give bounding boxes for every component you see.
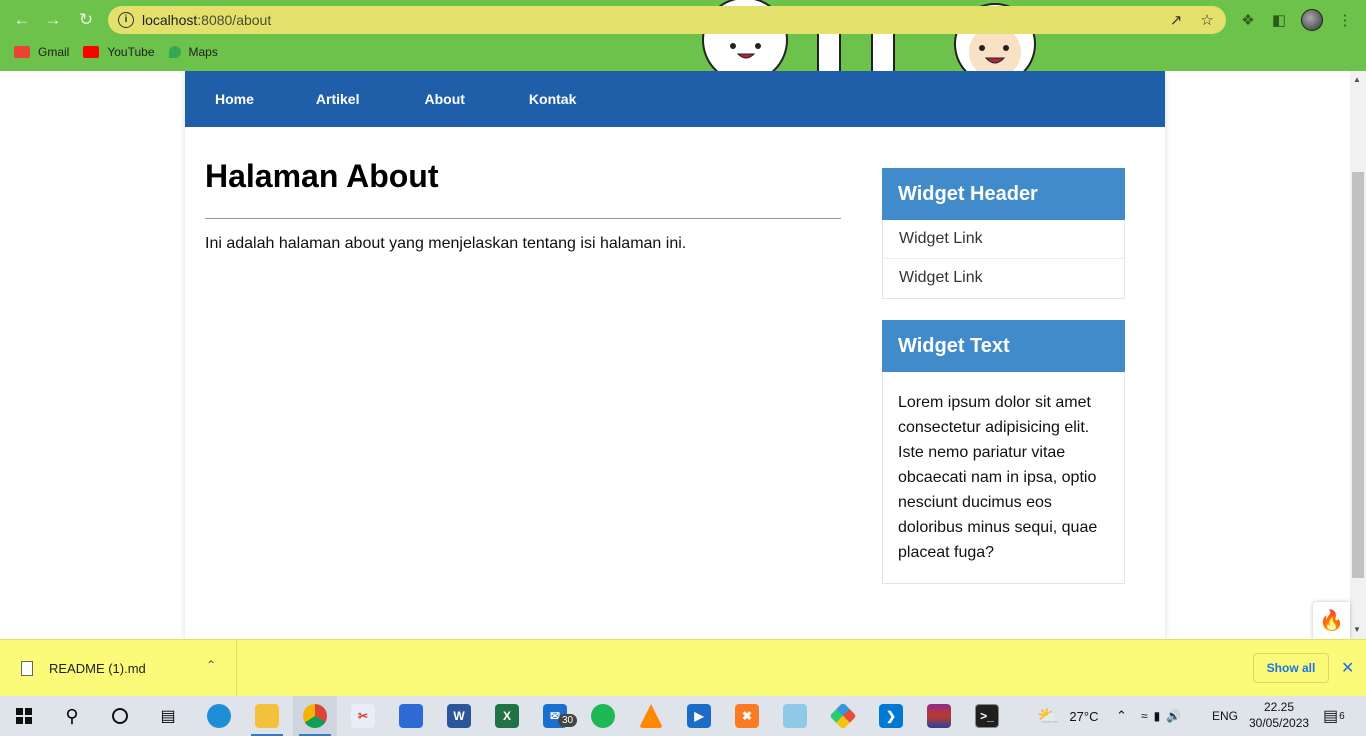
profile-avatar[interactable] [1301, 9, 1323, 31]
show-all-button[interactable]: Show all [1253, 653, 1329, 683]
scroll-down-icon[interactable]: ▼ [1353, 625, 1361, 634]
vlc-icon[interactable] [629, 696, 673, 736]
mail-badge: 30 [558, 714, 578, 727]
widget-link-2[interactable]: Widget Link [883, 259, 1124, 298]
widget-header-title: Widget Header [882, 168, 1125, 220]
main-content: Halaman About Ini adalah halaman about y… [205, 157, 841, 253]
gmail-icon [14, 46, 30, 58]
widget-text: Widget Text Lorem ipsum dolor sit amet c… [882, 320, 1125, 584]
codeigniter-toolbar-icon[interactable]: 🔥 [1313, 602, 1350, 639]
start-button[interactable] [2, 696, 46, 736]
system-tray-icons[interactable]: ≈ ▮ 🔊 [1141, 696, 1187, 736]
side-panel-icon[interactable]: ◧ [1268, 9, 1290, 31]
close-icon[interactable]: ✕ [1341, 658, 1354, 678]
back-button[interactable]: ← [11, 9, 33, 31]
battery-icon[interactable]: ▮ [1154, 709, 1167, 723]
clock-date: 30/05/2023 [1249, 716, 1310, 730]
mail-icon[interactable]: ✉ 30 [533, 696, 578, 736]
bookmark-star-icon[interactable]: ☆ [1197, 10, 1217, 30]
winrar-icon[interactable] [917, 696, 961, 736]
file-icon [21, 661, 33, 676]
wifi-icon[interactable]: ≈ [1141, 709, 1154, 723]
address-bar[interactable]: i localhost:8080/about ↗ ☆ [108, 6, 1226, 34]
bookmark-label: Maps [188, 45, 218, 59]
forward-button[interactable]: → [42, 9, 64, 31]
nav-about[interactable]: About [424, 71, 464, 127]
clock[interactable]: 22.25 30/05/2023 [1249, 699, 1309, 731]
page-viewport: Home Artikel About Kontak Halaman About … [0, 71, 1350, 639]
download-shelf: README (1).md ⌃ Show all ✕ [0, 639, 1366, 697]
snipping-tool-icon[interactable]: ✂ [341, 696, 385, 736]
download-file-name[interactable]: README (1).md [49, 661, 146, 676]
widget-header: Widget Header Widget Link Widget Link [882, 168, 1125, 299]
notification-center-icon: ▤ [1323, 708, 1339, 725]
site-info-icon[interactable]: i [118, 12, 134, 28]
reload-button[interactable]: ↻ [75, 9, 97, 31]
file-explorer-icon[interactable] [245, 696, 289, 736]
title-divider [205, 218, 841, 219]
windows-logo-icon [16, 708, 32, 724]
scroll-up-icon[interactable]: ▲ [1353, 75, 1361, 84]
volume-icon[interactable]: 🔊 [1166, 709, 1187, 723]
video-editor-icon[interactable]: ▶ [677, 696, 721, 736]
spotify-icon[interactable] [581, 696, 625, 736]
bookmark-label: YouTube [107, 45, 155, 59]
widget-link-1[interactable]: Widget Link [883, 220, 1124, 259]
widget-text-title: Widget Text [882, 320, 1125, 372]
bookmark-gmail[interactable]: Gmail [14, 45, 69, 59]
main-nav: Home Artikel About Kontak [185, 71, 1165, 127]
bookmark-label: Gmail [38, 45, 70, 59]
bookmark-youtube[interactable]: YouTube [83, 45, 155, 59]
notification-count: 6 [1339, 710, 1345, 722]
weather-icon: ⛅ [1037, 705, 1060, 726]
scrollbar-thumb[interactable] [1352, 172, 1364, 578]
page-body: Ini adalah halaman about yang menjelaska… [205, 235, 687, 252]
nav-artikel[interactable]: Artikel [316, 71, 360, 127]
search-icon[interactable]: ⚲ [50, 696, 94, 736]
notifications-icon[interactable]: ▤ 6 [1323, 696, 1345, 736]
page-title: Halaman About [205, 158, 439, 194]
url-host: localhost [142, 12, 198, 28]
url-path: :8080/about [197, 12, 272, 28]
page-scrollbar[interactable]: ▲ ▼ [1350, 71, 1366, 639]
git-icon[interactable] [821, 696, 865, 736]
xampp-icon[interactable]: ✖ [725, 696, 769, 736]
chevron-up-icon[interactable]: ⌃ [206, 658, 216, 672]
nav-kontak[interactable]: Kontak [529, 71, 576, 127]
windows-taskbar: ⚲ ▤ ✂ W X ✉ 30 ▶ ✖ ❯ >_ ⛅ 27°C ⌃ ≈ ▮ 🔊 ENG … [0, 696, 1366, 736]
language-indicator[interactable]: ENG [1212, 696, 1238, 736]
vscode-icon[interactable]: ❯ [869, 696, 913, 736]
url-text[interactable]: localhost:8080/about [142, 12, 271, 28]
menu-kebab-icon[interactable]: ⋮ [1334, 9, 1356, 31]
chevron-up-icon[interactable]: ⌃ [1116, 708, 1127, 724]
widget-text-body: Lorem ipsum dolor sit amet consectetur a… [898, 394, 1098, 561]
bookmark-maps[interactable]: Maps [168, 45, 218, 59]
browser-chrome: ← → ↻ i localhost:8080/about ↗ ☆ ❖ ◧ ⋮ G… [0, 0, 1366, 71]
task-view-icon[interactable]: ▤ [146, 696, 190, 736]
cortana-icon[interactable] [98, 696, 142, 736]
share-icon[interactable]: ↗ [1166, 10, 1186, 30]
youtube-icon [83, 46, 100, 58]
weather-widget[interactable]: ⛅ 27°C [1037, 696, 1098, 736]
chrome-icon[interactable] [293, 696, 337, 736]
edge-icon[interactable] [197, 696, 241, 736]
terminal-icon[interactable]: >_ [965, 696, 1009, 736]
extensions-icon[interactable]: ❖ [1237, 9, 1259, 31]
excel-icon[interactable]: X [485, 696, 529, 736]
notepad-icon[interactable] [773, 696, 817, 736]
maps-icon [168, 46, 181, 58]
sidebar: Widget Header Widget Link Widget Link Wi… [882, 168, 1125, 605]
nav-home[interactable]: Home [215, 71, 254, 127]
show-hidden-icons[interactable]: ⌃ [1116, 696, 1127, 736]
clock-time: 22.25 [1263, 700, 1295, 714]
site-container: Home Artikel About Kontak Halaman About … [185, 71, 1165, 639]
word-icon[interactable]: W [437, 696, 481, 736]
store-icon[interactable] [389, 696, 433, 736]
weather-temp: 27°C [1069, 708, 1099, 724]
download-item[interactable]: README (1).md ⌃ [0, 640, 237, 697]
bookmarks-bar: Gmail YouTube Maps [0, 40, 218, 64]
